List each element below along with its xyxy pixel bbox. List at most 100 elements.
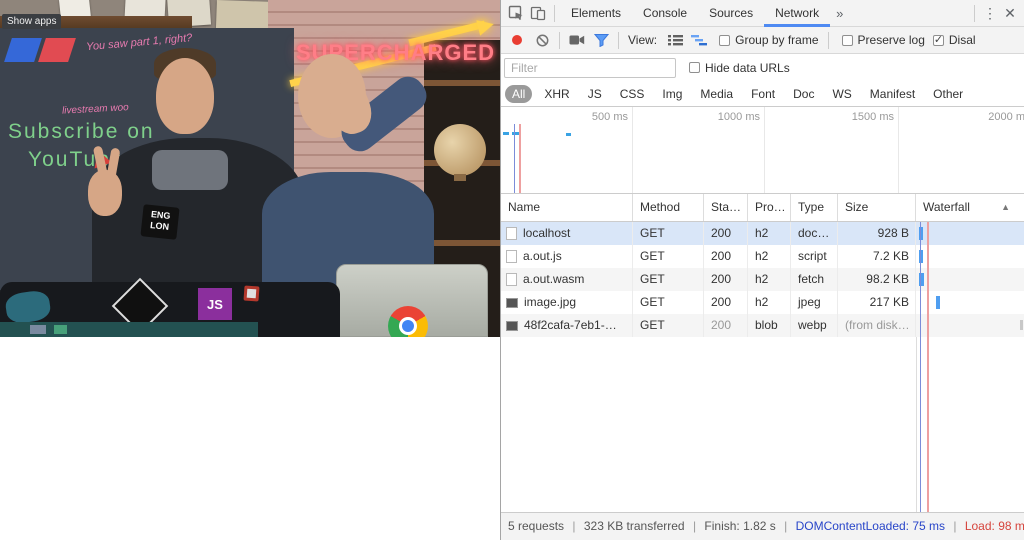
overview-request-bar: [566, 133, 571, 136]
request-size: 7.2 KB: [838, 245, 916, 268]
request-type: fetch: [791, 268, 838, 291]
type-filter-media[interactable]: Media: [694, 85, 739, 103]
type-filter-css[interactable]: CSS: [614, 85, 651, 103]
load-time: Load: 98 ms: [965, 519, 1024, 533]
record-icon[interactable]: [512, 35, 522, 45]
globe-stand: [454, 174, 466, 181]
desk-sticker: [30, 325, 46, 334]
devtools-panel: Elements Console Sources Network » ⋮ ✕: [500, 0, 1024, 540]
request-status: 200: [704, 314, 748, 337]
table-row[interactable]: a.out.js GET 200 h2 script 7.2 KB: [501, 245, 1024, 268]
view-waterfall-icon[interactable]: [690, 32, 708, 48]
divider: [618, 32, 619, 49]
type-filter-js[interactable]: JS: [582, 85, 608, 103]
type-filter-ws[interactable]: WS: [826, 85, 857, 103]
disable-cache-label[interactable]: Disal: [949, 33, 976, 47]
network-toolbar: View: ✓ Group by frame ✓ Preserve log ✓ …: [501, 27, 1024, 54]
video-viewport[interactable]: You saw part 1, right? livestream woo Su…: [0, 0, 500, 337]
gridline: [898, 107, 899, 193]
request-method: GET: [633, 268, 704, 291]
filter-input[interactable]: [504, 58, 676, 78]
clear-icon[interactable]: [533, 32, 551, 48]
inspect-element-icon[interactable]: [505, 3, 527, 23]
type-filter-doc[interactable]: Doc: [787, 85, 820, 103]
request-protocol: blob: [748, 314, 791, 337]
dcl-marker-line: [514, 124, 515, 193]
timeline-tick: 1000 ms: [718, 111, 764, 123]
network-summary-bar: 5 requests | 323 KB transferred | Finish…: [501, 512, 1024, 540]
view-list-icon[interactable]: [666, 32, 684, 48]
type-filter-img[interactable]: Img: [656, 85, 688, 103]
js-sticker: JS: [198, 288, 232, 320]
devtools-menu-icon[interactable]: ⋮: [980, 5, 1000, 22]
table-row[interactable]: 48f2cafa-7eb1-… GET 200 blob webp (from …: [501, 314, 1024, 337]
request-name: 48f2cafa-7eb1-…: [524, 314, 617, 337]
preserve-log-checkbox[interactable]: ✓: [842, 35, 853, 46]
waterfall-bar: [936, 296, 940, 309]
dcl-marker-line: [920, 222, 921, 512]
request-type: jpeg: [791, 291, 838, 314]
screenshot-camera-icon[interactable]: [568, 32, 586, 48]
filter-funnel-icon[interactable]: [592, 32, 610, 48]
preserve-log-label[interactable]: Preserve log: [858, 33, 925, 47]
close-icon[interactable]: ✕: [1000, 5, 1020, 22]
document-icon: [506, 227, 517, 240]
group-by-frame-label[interactable]: Group by frame: [735, 33, 818, 47]
laptop-sticker: [243, 285, 259, 301]
waterfall-bar: [1020, 320, 1023, 330]
overview-request-bar: [503, 132, 509, 135]
hide-data-urls-label[interactable]: Hide data URLs: [705, 61, 790, 75]
table-row[interactable]: image.jpg GET 200 h2 jpeg 217 KB: [501, 291, 1024, 314]
request-name: a.out.js: [523, 245, 562, 268]
device-toolbar-icon[interactable]: [527, 3, 549, 23]
request-status: 200: [704, 291, 748, 314]
table-row[interactable]: a.out.wasm GET 200 h2 fetch 98.2 KB: [501, 268, 1024, 291]
view-label: View:: [628, 33, 657, 47]
more-tabs-icon[interactable]: »: [830, 6, 849, 21]
filter-row: ✓ Hide data URLs: [501, 54, 1024, 81]
type-filter-manifest[interactable]: Manifest: [864, 85, 921, 103]
requests-count: 5 requests: [508, 519, 564, 533]
timeline-tick: 500 ms: [592, 111, 632, 123]
screenshot: You saw part 1, right? livestream woo Su…: [0, 0, 1024, 540]
tab-network[interactable]: Network: [764, 0, 830, 27]
type-filter-xhr[interactable]: XHR: [538, 85, 575, 103]
dom-content-loaded-time: DOMContentLoaded: 75 ms: [796, 519, 945, 533]
person-left-head: [156, 58, 214, 134]
column-header-name[interactable]: Name: [501, 194, 633, 221]
request-protocol: h2: [748, 291, 791, 314]
globe: [434, 124, 486, 176]
request-protocol: h2: [748, 268, 791, 291]
gridline: [764, 107, 765, 193]
type-filter-other[interactable]: Other: [927, 85, 969, 103]
tab-elements[interactable]: Elements: [560, 0, 632, 27]
request-status: 200: [704, 222, 748, 245]
request-size: (from disk…: [838, 314, 916, 337]
request-method: GET: [633, 245, 704, 268]
column-header-size[interactable]: Size: [838, 194, 916, 221]
request-type: script: [791, 245, 838, 268]
column-header-status[interactable]: Sta…: [704, 194, 748, 221]
finish-time: Finish: 1.82 s: [704, 519, 775, 533]
type-filter-all[interactable]: All: [505, 85, 532, 103]
request-status: 200: [704, 268, 748, 291]
hide-data-urls-checkbox[interactable]: ✓: [689, 62, 700, 73]
tab-sources[interactable]: Sources: [698, 0, 764, 27]
request-method: GET: [633, 222, 704, 245]
requests-table-header: Name Method Sta… Pro… Type Size Waterfal…: [501, 194, 1024, 222]
hoodie-patch: ENG LON: [140, 204, 179, 240]
disable-cache-checkbox[interactable]: ✓: [933, 35, 944, 46]
document-icon: [506, 273, 517, 286]
timeline-overview[interactable]: 500 ms 1000 ms 1500 ms 2000 m: [501, 107, 1024, 194]
column-header-type[interactable]: Type: [791, 194, 838, 221]
column-header-waterfall[interactable]: Waterfall ▲: [916, 194, 1024, 221]
request-size: 928 B: [838, 222, 916, 245]
tab-console[interactable]: Console: [632, 0, 698, 27]
request-protocol: h2: [748, 245, 791, 268]
type-filter-font[interactable]: Font: [745, 85, 781, 103]
column-header-protocol[interactable]: Pro…: [748, 194, 791, 221]
waterfall-column-divider: [916, 337, 917, 512]
column-header-method[interactable]: Method: [633, 194, 704, 221]
group-by-frame-checkbox[interactable]: ✓: [719, 35, 730, 46]
table-row[interactable]: localhost GET 200 h2 doc… 928 B: [501, 222, 1024, 245]
